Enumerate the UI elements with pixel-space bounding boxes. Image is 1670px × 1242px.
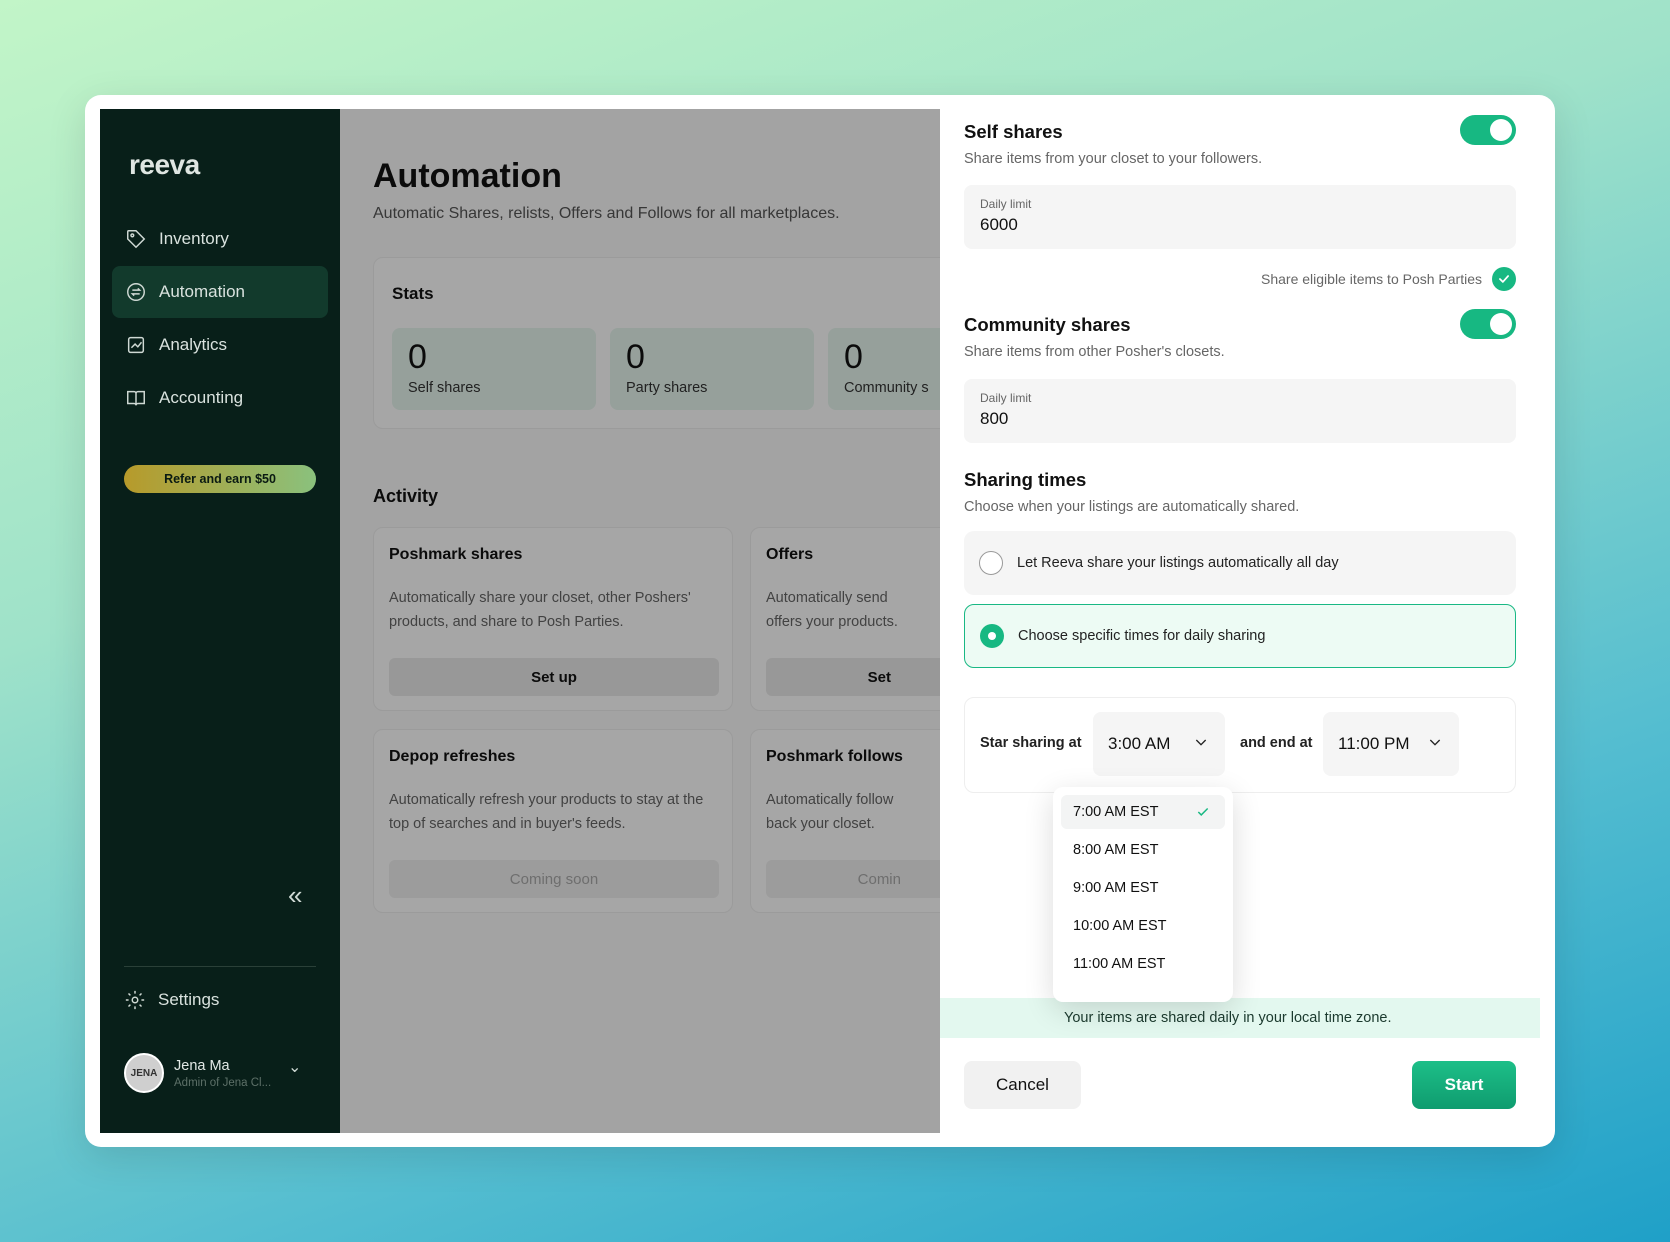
start-button[interactable]: Start (1412, 1061, 1516, 1109)
sidebar-item-label: Inventory (159, 229, 229, 248)
self-shares-title: Self shares (964, 121, 1063, 142)
self-shares-toggle[interactable] (1460, 115, 1516, 145)
end-label: and end at (1240, 735, 1313, 751)
check-icon[interactable] (1492, 267, 1516, 291)
start-label: Star sharing at (980, 735, 1082, 751)
option-label: 11:00 AM EST (1073, 956, 1166, 972)
chart-icon (127, 336, 145, 354)
field-label: Daily limit (980, 391, 1032, 405)
chevron-down-icon (1195, 739, 1207, 746)
refer-button[interactable]: Refer and earn $50 (124, 465, 316, 493)
radio-button[interactable] (979, 551, 1003, 575)
avatar: JENA (124, 1053, 164, 1093)
sidebar-item-inventory[interactable]: Inventory (112, 213, 328, 265)
community-shares-desc: Share items from other Posher's closets. (964, 344, 1225, 360)
end-time-select[interactable]: 11:00 PM (1323, 712, 1459, 776)
check-icon (1197, 807, 1209, 816)
self-shares-desc: Share items from your closet to your fol… (964, 151, 1263, 167)
sharing-times-box: Star sharing at 3:00 AM and end at 11:00… (964, 697, 1516, 793)
dropdown-option[interactable]: 8:00 AM EST (1061, 833, 1225, 867)
user-name: Jena Ma (174, 1057, 230, 1074)
sidebar-item-label: Automation (159, 282, 245, 301)
divider (124, 966, 316, 967)
app: reeva Inventory Automation Analytics Acc… (100, 109, 1540, 1133)
brand-logo: reeva (129, 149, 200, 180)
option-label: 7:00 AM EST (1073, 804, 1159, 820)
option-label: Choose specific times for daily sharing (1018, 628, 1266, 644)
option-label: 8:00 AM EST (1073, 842, 1159, 858)
dropdown-option[interactable]: 9:00 AM EST (1061, 871, 1225, 905)
field-value: 800 (980, 409, 1009, 428)
sidebar: reeva Inventory Automation Analytics Acc… (100, 109, 340, 1133)
field-label: Daily limit (980, 197, 1032, 211)
sharing-times-desc: Choose when your listings are automatica… (964, 499, 1300, 515)
sidebar-item-automation[interactable]: Automation (112, 266, 328, 318)
option-all-day[interactable]: Let Reeva share your listings automatica… (964, 531, 1516, 595)
dropdown-option[interactable]: 7:00 AM EST (1061, 795, 1225, 829)
start-time-dropdown: 7:00 AM EST 8:00 AM EST 9:00 AM EST 10:0… (1053, 787, 1233, 1002)
tag-icon (127, 230, 146, 249)
sidebar-item-label: Analytics (159, 335, 228, 354)
sync-icon (127, 283, 145, 301)
option-label: 9:00 AM EST (1073, 880, 1159, 896)
option-label: 10:00 AM EST (1073, 918, 1167, 934)
posh-parties-option[interactable]: Share eligible items to Posh Parties (964, 266, 1516, 292)
posh-parties-label: Share eligible items to Posh Parties (1261, 271, 1482, 287)
self-shares-daily-limit-field[interactable]: Daily limit 6000 (964, 185, 1516, 249)
modal-overlay[interactable] (340, 109, 940, 1133)
community-shares-title: Community shares (964, 314, 1131, 335)
user-role: Admin of Jena Cl... (174, 1076, 272, 1089)
radio-button[interactable] (980, 624, 1004, 648)
end-time-value: 11:00 PM (1338, 734, 1410, 753)
automation-settings-panel: Self shares Share items from your closet… (940, 109, 1540, 1133)
dropdown-option[interactable]: 10:00 AM EST (1061, 909, 1225, 943)
settings-label: Settings (158, 990, 220, 1009)
option-label: Let Reeva share your listings automatica… (1017, 555, 1339, 571)
community-shares-daily-limit-field[interactable]: Daily limit 800 (964, 379, 1516, 443)
app-window: reeva Inventory Automation Analytics Acc… (85, 95, 1555, 1147)
dropdown-option[interactable]: 11:00 AM EST (1061, 947, 1225, 981)
option-specific-times[interactable]: Choose specific times for daily sharing (964, 604, 1516, 668)
book-icon (127, 390, 145, 406)
sidebar-item-label: Accounting (159, 388, 244, 407)
user-menu[interactable]: JENA Jena Ma Admin of Jena Cl... (124, 1053, 271, 1093)
sidebar-item-analytics[interactable]: Analytics (112, 319, 328, 371)
field-value: 6000 (980, 215, 1018, 234)
community-shares-toggle[interactable] (1460, 309, 1516, 339)
chevron-down-icon (1429, 739, 1441, 746)
gear-icon (125, 990, 145, 1010)
collapse-sidebar-icon[interactable]: « (288, 882, 312, 908)
sidebar-item-settings[interactable]: Settings (124, 989, 219, 1011)
cancel-button[interactable]: Cancel (964, 1061, 1081, 1109)
timezone-notice: Your items are shared daily in your loca… (940, 998, 1540, 1038)
start-time-value: 3:00 AM (1108, 734, 1171, 753)
chevron-down-icon[interactable]: ⌄ (288, 1057, 301, 1077)
sharing-times-title: Sharing times (964, 469, 1087, 490)
start-time-select[interactable]: 3:00 AM (1093, 712, 1225, 776)
sidebar-item-accounting[interactable]: Accounting (112, 372, 328, 424)
